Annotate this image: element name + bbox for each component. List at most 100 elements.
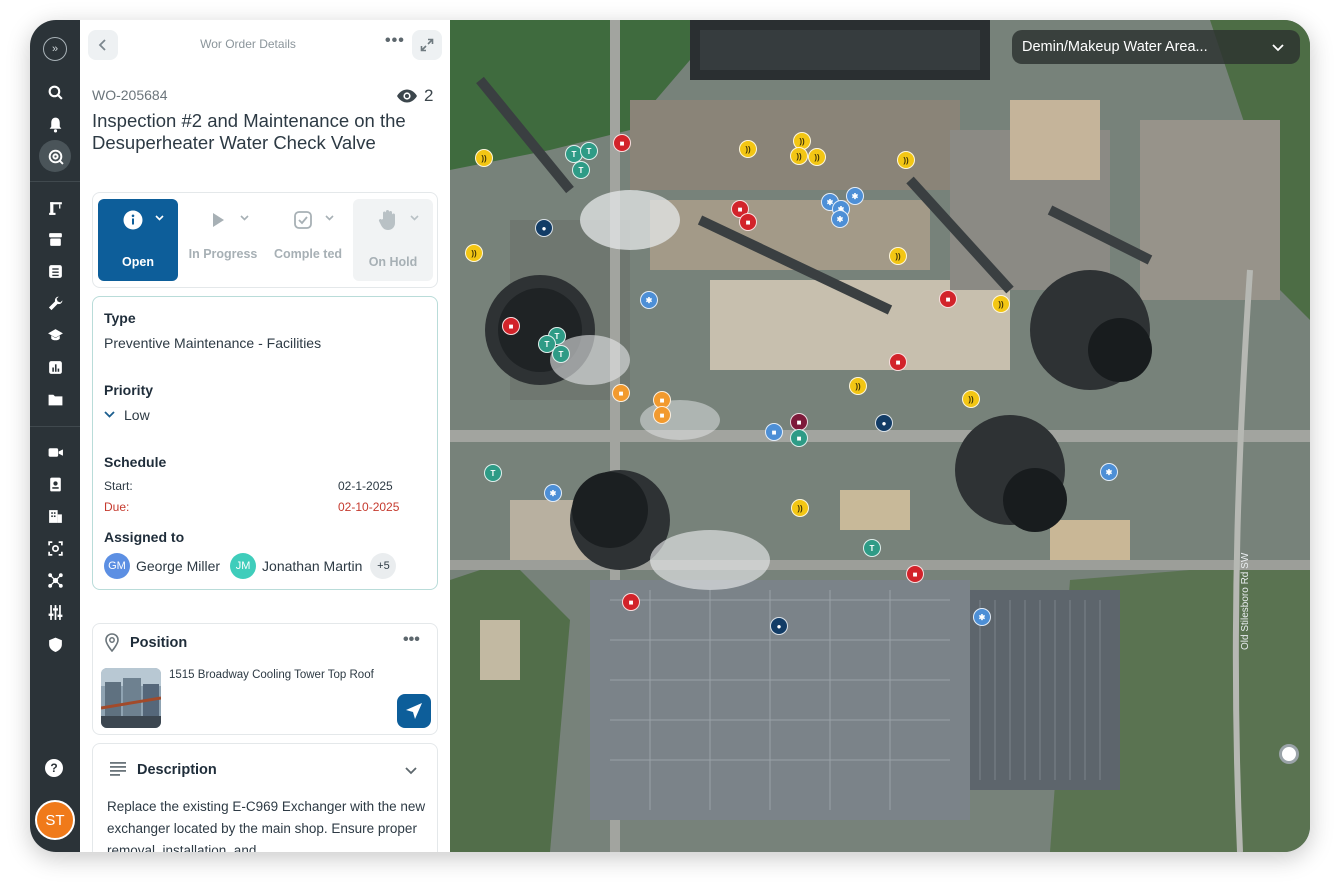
valve-marker-icon[interactable]: T — [484, 464, 502, 482]
shield-icon[interactable] — [39, 628, 71, 660]
equipment-marker-icon[interactable]: ■ — [612, 384, 630, 402]
equipment-marker-icon[interactable]: ■ — [939, 290, 957, 308]
valve-marker-icon[interactable]: T — [580, 142, 598, 160]
sensor-marker-icon[interactable]: )) — [808, 148, 826, 166]
drop-marker-icon[interactable]: ● — [535, 219, 553, 237]
navigate-button[interactable] — [397, 694, 431, 728]
chevron-down-icon — [410, 213, 419, 224]
wrench-icon[interactable] — [39, 287, 71, 319]
crane-icon[interactable] — [39, 191, 71, 223]
sensor-marker-icon[interactable]: )) — [889, 247, 907, 265]
status-selector: Open In Progress Comple ted On Hold — [92, 192, 438, 288]
location-thumbnail[interactable] — [101, 668, 161, 728]
search-icon[interactable] — [39, 76, 71, 108]
valve-marker-icon[interactable]: T — [552, 345, 570, 363]
assignee-name: George Miller — [136, 558, 221, 574]
work-order-panel: Wor Order Details ••• WO-205684 2 Inspec… — [80, 20, 450, 852]
sensor-marker-icon[interactable]: )) — [475, 149, 493, 167]
text-lines-icon — [110, 762, 126, 781]
equipment-marker-icon[interactable]: ■ — [613, 134, 631, 152]
priority-value[interactable]: Low — [124, 407, 150, 423]
status-on-hold[interactable]: On Hold — [353, 199, 433, 281]
satellite-map — [450, 20, 1310, 852]
assignee-name: Jonathan Martin — [262, 558, 363, 574]
fullscreen-button[interactable] — [412, 30, 442, 60]
chevron-down-icon — [240, 213, 249, 224]
hand-icon — [377, 209, 399, 231]
equipment-marker-icon[interactable]: ■ — [889, 353, 907, 371]
more-options-icon[interactable]: ••• — [385, 32, 405, 50]
status-label: In Progress — [188, 247, 258, 261]
pump-marker-icon[interactable]: ✱ — [640, 291, 658, 309]
avatar[interactable]: GM — [104, 553, 130, 579]
more-options-icon[interactable]: ••• — [403, 631, 420, 649]
equipment-marker-icon[interactable]: ■ — [622, 593, 640, 611]
pump-marker-icon[interactable]: ✱ — [831, 210, 849, 228]
equipment-marker-icon[interactable]: ■ — [765, 423, 783, 441]
expand-icon — [420, 38, 434, 52]
expand-rail-icon[interactable]: » — [43, 37, 67, 61]
start-date: 02-1-2025 — [338, 479, 393, 493]
assigned-label: Assigned to — [104, 529, 185, 545]
details-card: Type Preventive Maintenance - Facilities… — [92, 296, 438, 590]
equipment-marker-icon[interactable]: ■ — [906, 565, 924, 583]
chart-icon[interactable] — [39, 351, 71, 383]
equipment-marker-icon[interactable]: ■ — [653, 406, 671, 424]
sensor-marker-icon[interactable]: )) — [849, 377, 867, 395]
work-order-title: Inspection #2 and Maintenance on the Des… — [92, 110, 406, 153]
more-assignees-badge[interactable]: +5 — [370, 553, 397, 579]
sensor-marker-icon[interactable]: )) — [790, 147, 808, 165]
nav-divider — [30, 426, 80, 427]
pump-marker-icon[interactable]: ✱ — [846, 187, 864, 205]
pump-marker-icon[interactable]: ✱ — [973, 608, 991, 626]
status-open[interactable]: Open — [98, 199, 178, 281]
assignee-list: GM George Miller JM Jonathan Martin +5 — [104, 553, 397, 579]
pump-marker-icon[interactable]: ✱ — [1100, 463, 1118, 481]
sliders-icon[interactable] — [39, 596, 71, 628]
building-icon[interactable] — [39, 500, 71, 532]
sensor-marker-icon[interactable]: )) — [465, 244, 483, 262]
pump-marker-icon[interactable]: ✱ — [544, 484, 562, 502]
description-title: Description — [137, 762, 217, 778]
sensor-marker-icon[interactable]: )) — [962, 390, 980, 408]
priority-label: Priority — [104, 382, 154, 398]
area-selector[interactable]: Demin/Makeup Water Area... — [1012, 30, 1300, 64]
user-avatar[interactable]: ST — [35, 800, 75, 840]
valve-marker-icon[interactable]: T — [572, 161, 590, 179]
chevron-down-icon — [155, 213, 164, 224]
network-icon[interactable] — [39, 564, 71, 596]
archive-icon[interactable] — [39, 223, 71, 255]
sensor-marker-icon[interactable]: )) — [897, 151, 915, 169]
map-view[interactable]: Demin/Makeup Water Area... Old Stilesbor… — [450, 20, 1310, 852]
drop-marker-icon[interactable]: ● — [770, 617, 788, 635]
position-title: Position — [130, 635, 188, 651]
avatar[interactable]: JM — [230, 553, 257, 579]
status-in-progress[interactable]: In Progress — [183, 199, 263, 281]
list-icon[interactable] — [39, 255, 71, 287]
drop-marker-icon[interactable]: ● — [875, 414, 893, 432]
sensor-marker-icon[interactable]: )) — [739, 140, 757, 158]
scan-icon[interactable] — [39, 532, 71, 564]
folder-icon[interactable] — [39, 383, 71, 415]
badge-icon[interactable] — [39, 468, 71, 500]
view-count-value: 2 — [424, 86, 434, 105]
equipment-marker-icon[interactable]: ■ — [790, 429, 808, 447]
start-label: Start: — [104, 479, 133, 493]
nav-rail: » ? ST — [30, 20, 80, 852]
bell-icon[interactable] — [39, 108, 71, 140]
sensor-marker-icon[interactable]: )) — [791, 499, 809, 517]
priority-chevron-icon — [104, 407, 115, 421]
equipment-marker-icon[interactable]: ■ — [502, 317, 520, 335]
equipment-marker-icon[interactable]: ■ — [739, 213, 757, 231]
chevron-down-icon[interactable] — [405, 762, 417, 780]
due-date: 02-10-2025 — [338, 500, 400, 514]
graduation-icon[interactable] — [39, 319, 71, 351]
eye-icon — [397, 89, 417, 103]
compass-icon[interactable] — [1279, 744, 1299, 764]
valve-marker-icon[interactable]: T — [863, 539, 881, 557]
sensor-marker-icon[interactable]: )) — [992, 295, 1010, 313]
video-icon[interactable] — [39, 436, 71, 468]
status-completed[interactable]: Comple ted — [268, 199, 348, 281]
help-icon[interactable]: ? — [45, 759, 63, 777]
map-search-icon[interactable] — [39, 140, 71, 172]
